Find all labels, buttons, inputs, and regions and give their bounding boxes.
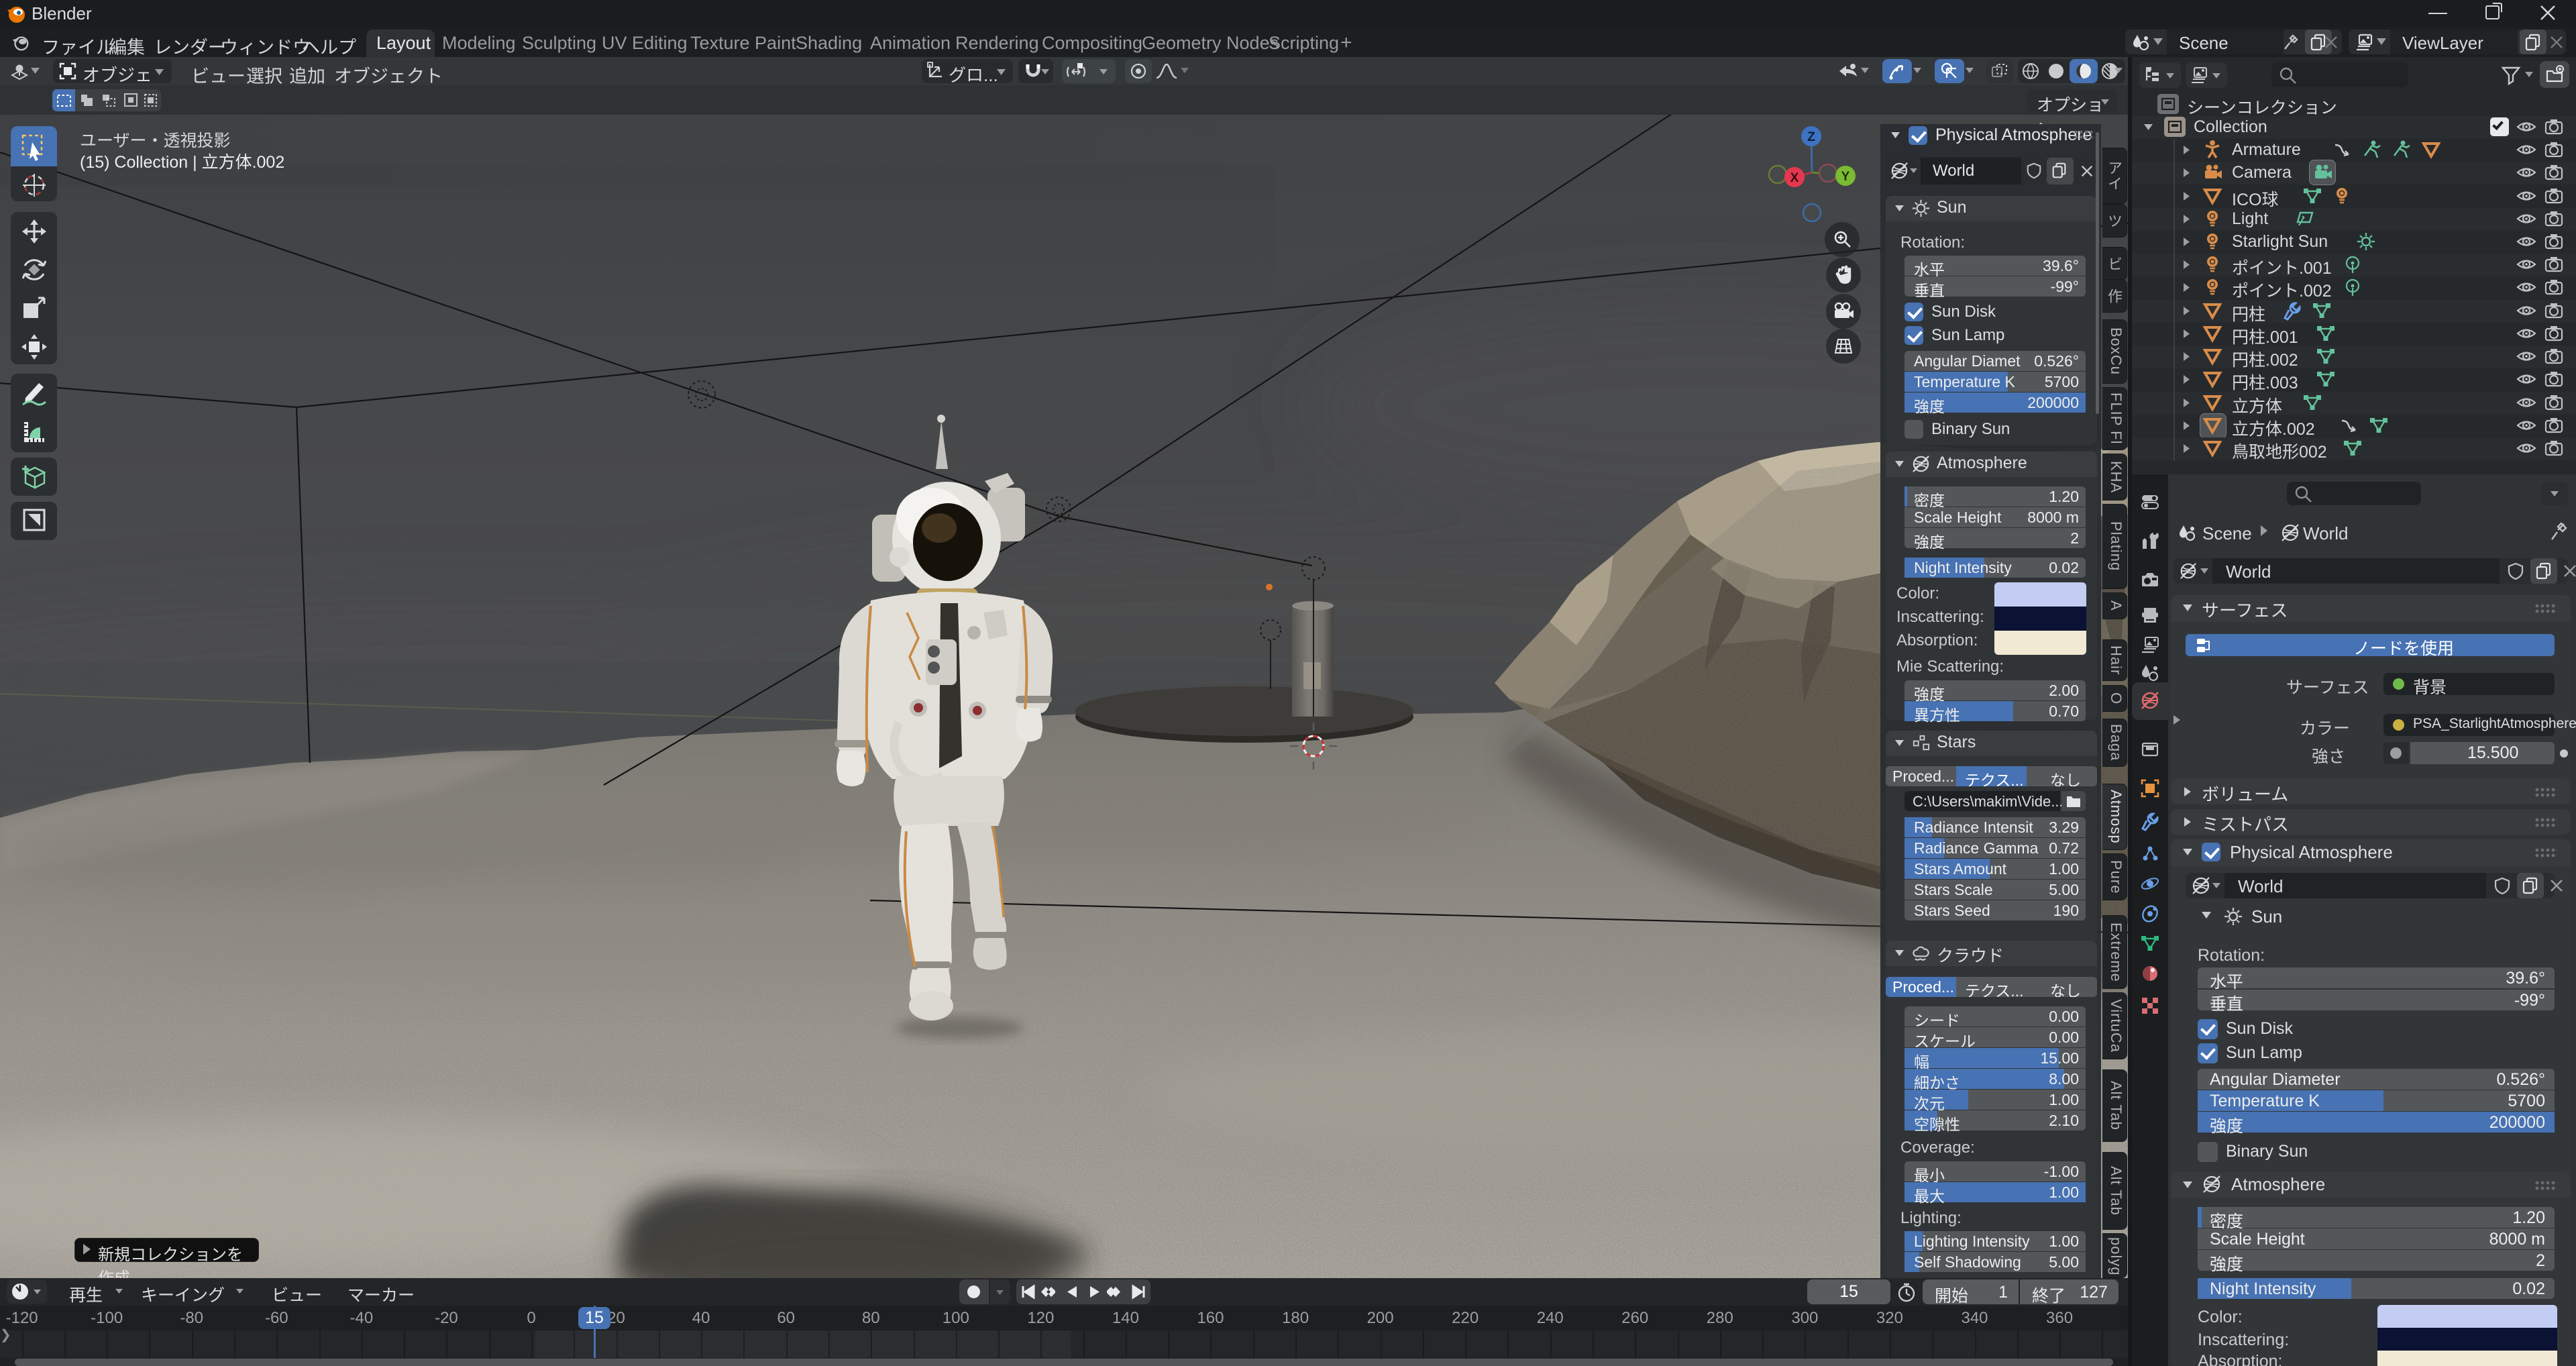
svg-text:Y: Y (1841, 170, 1850, 184)
svg-text:Z: Z (1807, 130, 1815, 144)
svg-text:X: X (1790, 171, 1799, 185)
